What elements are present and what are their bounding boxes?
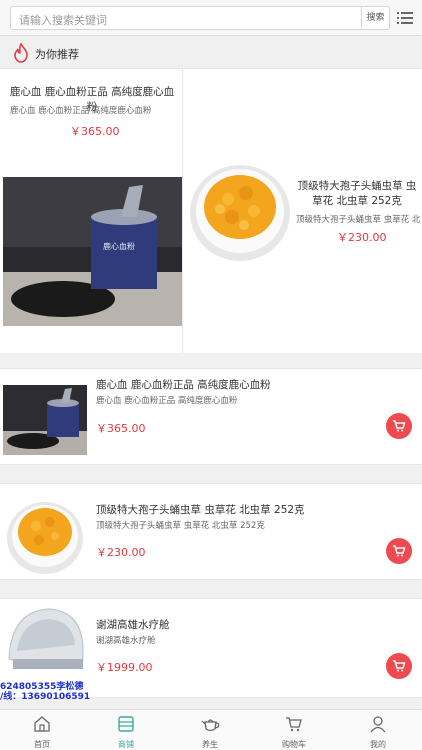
add-to-cart-button[interactable] — [386, 413, 412, 439]
spa-capsule-image — [3, 601, 87, 677]
product-price: ￥365.00 — [70, 125, 120, 138]
tab-cart[interactable]: 购物车 — [252, 710, 336, 750]
contact-line-text: /线：13690106591 — [0, 692, 91, 702]
product-price: ￥230.00 — [337, 231, 387, 244]
search-button[interactable]: 搜索 — [362, 6, 390, 30]
store-icon — [118, 716, 134, 732]
tab-label: 首页 — [34, 740, 50, 749]
product-price: ￥1999.00 — [96, 661, 153, 674]
tab-health[interactable]: 养生 — [168, 710, 252, 750]
product-title: 谢湖高雄水疗舱 — [96, 619, 170, 631]
list-product-item[interactable]: 鹿心血 鹿心血粉正品 高纯度鹿心血粉 鹿心血 鹿心血粉正品 高纯度鹿心血粉 ￥3… — [0, 368, 422, 465]
product-subtitle: 鹿心血 鹿心血粉正品 高纯度鹿心血粉 — [10, 106, 152, 116]
add-to-cart-button[interactable] — [386, 538, 412, 564]
grid-product-card[interactable]: 鹿心血 鹿心血粉正品 高纯度鹿心血粉 鹿心血 鹿心血粉正品 高纯度鹿心血粉 ￥3… — [0, 69, 183, 353]
tab-label: 商铺 — [118, 740, 134, 749]
tab-store[interactable]: 商铺 — [84, 710, 168, 750]
bottom-tab-bar: 首页 商铺 养生 购物车 我的 — [0, 709, 422, 750]
recommend-header: 为你推荐 — [0, 37, 422, 69]
product-title: 顶级特大孢子头蛹虫草 虫草花 北虫草 252克 — [297, 180, 417, 207]
deer-blood-powder-image — [3, 385, 87, 455]
product-price: ￥365.00 — [96, 422, 146, 435]
home-icon — [34, 716, 50, 732]
cart-icon — [393, 545, 406, 557]
product-subtitle: 谢湖高雄水疗舱 — [96, 636, 156, 646]
grid-product-card[interactable]: 顶级特大孢子头蛹虫草 虫草花 北虫草 252克 顶级特大孢子头蛹虫草 虫草花 北… — [184, 69, 422, 353]
list-product-item[interactable]: 624805355李松德 /线：13690106591 谢湖高雄水疗舱 谢湖高雄… — [0, 598, 422, 702]
product-price: ￥230.00 — [96, 546, 146, 559]
tab-label: 养生 — [202, 740, 218, 749]
section-title: 为你推荐 — [35, 48, 79, 61]
cordyceps-flower-image — [3, 492, 87, 576]
fire-icon — [14, 43, 28, 63]
product-title: 顶级特大孢子头蛹虫草 虫草花 北虫草 252克 — [96, 504, 305, 516]
top-search-bar: 请输入搜索关键词 搜索 — [0, 0, 422, 36]
user-icon — [370, 716, 386, 733]
tab-label: 我的 — [370, 740, 386, 749]
deer-blood-powder-image: 鹿心血粉 — [3, 177, 182, 326]
cart-icon — [286, 717, 302, 732]
tab-home[interactable]: 首页 — [0, 710, 84, 750]
recommend-grid: 鹿心血 鹿心血粉正品 高纯度鹿心血粉 鹿心血 鹿心血粉正品 高纯度鹿心血粉 ￥3… — [0, 69, 422, 353]
add-to-cart-button[interactable] — [386, 653, 412, 679]
tab-label: 购物车 — [282, 740, 306, 749]
product-subtitle: 顶级特大孢子头蛹虫草 虫草花 北虫草 252克 — [96, 521, 265, 531]
product-subtitle: 鹿心血 鹿心血粉正品 高纯度鹿心血粉 — [96, 396, 238, 406]
cart-icon — [393, 660, 406, 672]
product-title: 鹿心血 鹿心血粉正品 高纯度鹿心血粉 — [96, 379, 271, 391]
teapot-icon — [201, 719, 220, 732]
product-subtitle: 顶级特大孢子头蛹虫草 虫草花 北... — [296, 215, 420, 225]
search-input[interactable]: 请输入搜索关键词 — [10, 6, 362, 30]
cordyceps-flower-image — [184, 147, 296, 273]
list-product-item[interactable]: 顶级特大孢子头蛹虫草 虫草花 北虫草 252克 顶级特大孢子头蛹虫草 虫草花 北… — [0, 483, 422, 580]
tab-profile[interactable]: 我的 — [336, 710, 420, 750]
list-menu-icon[interactable] — [396, 9, 414, 27]
svg-text:鹿心血粉: 鹿心血粉 — [103, 241, 135, 251]
cart-icon — [393, 420, 406, 432]
